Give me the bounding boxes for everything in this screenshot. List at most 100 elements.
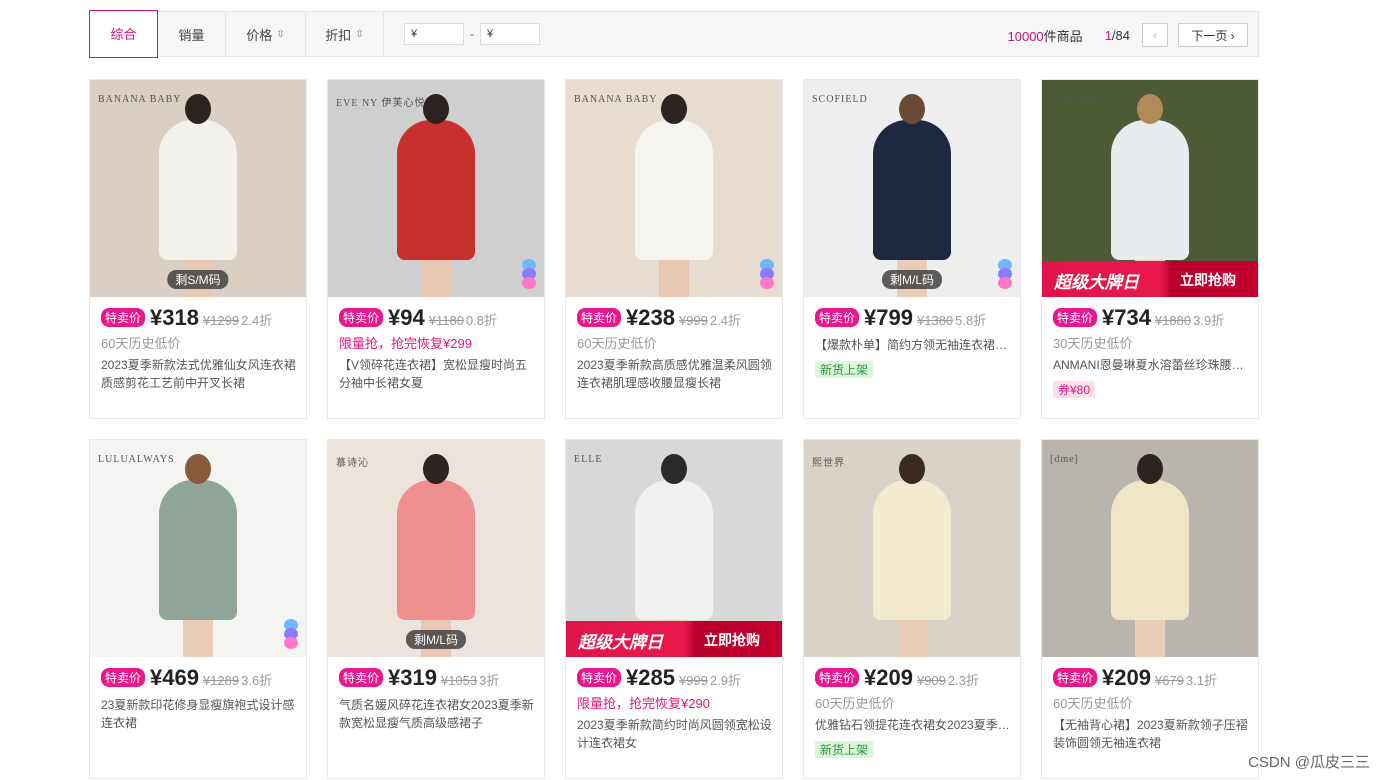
product-image[interactable]: [dme]: [1042, 440, 1258, 657]
sale-price: ¥318: [150, 305, 199, 330]
product-image[interactable]: BANANA BABY 剩S/M码: [90, 80, 306, 297]
stock-size-badge: 剩S/M码: [167, 270, 229, 289]
product-image[interactable]: ANMANI剩S/M码超级大牌日立即抢购: [1042, 80, 1258, 297]
model-legs: [897, 618, 927, 657]
sort-arrows-icon: ⇳: [276, 28, 285, 40]
product-image[interactable]: BANANA BABY: [566, 80, 782, 297]
product-card[interactable]: SCOFIELD 剩M/L码特卖价 ¥799 ¥1380 5.8折【爆款朴单】简约方领无…: [803, 79, 1021, 419]
next-page-button[interactable]: 下一页 ›: [1178, 23, 1248, 47]
product-title[interactable]: 气质名媛风碎花连衣裙女2023夏季新款宽松显瘦气质高级感裙子: [339, 696, 534, 732]
discount-rate: 2.4折: [241, 313, 273, 328]
tab-label: 综合: [110, 27, 137, 42]
price-note: 60天历史低价: [101, 336, 181, 351]
model-head: [423, 94, 449, 124]
product-title[interactable]: ANMANI恩曼琳夏水溶蕾丝珍珠腰带连衣裙: [1053, 356, 1248, 374]
model-dress: [397, 120, 475, 260]
tab-overall[interactable]: 综合: [89, 9, 158, 58]
sale-price-tag: 特卖价: [1053, 308, 1098, 327]
product-title[interactable]: 23夏新款印花修身显瘦旗袍式设计感连衣裙: [101, 696, 296, 732]
total-pages: /84: [1111, 27, 1130, 43]
product-card[interactable]: BANANA BABY 特卖价 ¥238 ¥999 2.4折 60天历史低价 2023夏季新…: [565, 79, 783, 419]
original-price: ¥679: [1154, 673, 1184, 688]
discount-rate: 2.3折: [947, 673, 979, 688]
product-image[interactable]: SCOFIELD 剩M/L码: [804, 80, 1020, 297]
product-badge: 券¥80: [1053, 381, 1096, 398]
brand-logo: ANMANI: [1050, 94, 1098, 105]
tab-price[interactable]: 价格 ⇳: [226, 11, 306, 57]
price-min-input[interactable]: [404, 23, 464, 45]
product-image[interactable]: 熙世界: [804, 440, 1020, 657]
sale-price: ¥209: [1102, 665, 1151, 690]
model-dress: [635, 480, 713, 620]
product-title[interactable]: 优雅钻石领提花连衣裙女2023夏季新款: [815, 716, 1010, 734]
model-head: [185, 454, 211, 484]
product-image[interactable]: EVE NY 伊芙心悦: [328, 80, 544, 297]
product-title[interactable]: 【无袖背心裙】2023夏新款领子压褶装饰圆领无袖连衣裙: [1053, 716, 1248, 752]
price-line: 特卖价 ¥799 ¥1380 5.8折: [815, 305, 1010, 331]
product-info: 特卖价 ¥238 ¥999 2.4折 60天历史低价 2023夏季新款高质感优雅温柔风圆领…: [566, 297, 782, 392]
sale-price-tag: 特卖价: [339, 308, 384, 327]
product-title[interactable]: 【V领碎花连衣裙】宽松显瘦时尚五分袖中长裙女夏: [339, 356, 534, 392]
product-title[interactable]: 2023夏季新款法式优雅仙女风连衣裙质感剪花工艺前中开叉长裙: [101, 356, 296, 392]
product-card[interactable]: BANANA BABY 剩S/M码特卖价 ¥318 ¥1299 2.4折 60天历史低价 2…: [89, 79, 307, 419]
price-note: 60天历史低价: [1053, 696, 1133, 711]
stock-size-badge: 剩M/L码: [405, 630, 467, 649]
price-line: 特卖价 ¥469 ¥1289 3.6折: [101, 665, 296, 691]
model-head: [661, 94, 687, 124]
model-head: [1137, 94, 1163, 124]
model-legs: [1135, 618, 1165, 657]
sale-price-tag: 特卖价: [577, 668, 622, 687]
count-unit: 件商品: [1043, 28, 1083, 44]
tab-discount[interactable]: 折扣 ⇳: [306, 11, 384, 57]
product-info: 特卖价 ¥285 ¥999 2.9折 限量抢，抢完恢复¥290 2023夏季新款简约时尚风…: [566, 657, 782, 752]
product-title[interactable]: 【爆款朴单】简约方领无袖连衣裙中长裙女装23年夏季新款: [815, 336, 1010, 354]
promo-banner[interactable]: 超级大牌日 立即抢购: [1042, 261, 1258, 297]
product-title[interactable]: 2023夏季新款高质感优雅温柔风圆领连衣裙肌理感收腰显瘦长裙: [577, 356, 772, 392]
original-price: ¥1053: [440, 673, 478, 688]
product-image[interactable]: 慕诗沁 剩M/L码: [328, 440, 544, 657]
original-price: ¥999: [678, 313, 708, 328]
product-card[interactable]: 慕诗沁 剩M/L码 特卖价 ¥319 ¥1053 3折 气质名媛风碎花连衣裙女2023夏季新…: [327, 439, 545, 779]
product-info: 特卖价 ¥209 ¥679 3.1折 60天历史低价 【无袖背心裙】2023夏新款领子压褶…: [1042, 657, 1258, 752]
banner-title: 超级大牌日: [578, 633, 663, 652]
model-head: [899, 94, 925, 124]
model-dress: [1111, 480, 1189, 620]
color-swatch-icon[interactable]: [998, 259, 1012, 289]
price-note: 限量抢，抢完恢复¥299: [339, 336, 472, 351]
promo-banner[interactable]: 超级大牌日 立即抢购: [566, 621, 782, 657]
product-info: 特卖价 ¥319 ¥1053 3折 气质名媛风碎花连衣裙女2023夏季新款宽松显瘦气质高…: [328, 657, 544, 732]
price-note: 60天历史低价: [577, 336, 657, 351]
product-info: 特卖价 ¥734 ¥1880 3.9折 30天历史低价 ANMANI恩曼琳夏水溶蕾丝珍珠腰…: [1042, 297, 1258, 399]
discount-rate: 0.8折: [465, 313, 497, 328]
product-card[interactable]: [dme] 特卖价 ¥209 ¥679 3.1折 60天历史低价 【无袖背心裙】2023夏新…: [1041, 439, 1259, 779]
sale-price-tag: 特卖价: [815, 308, 860, 327]
buy-now-link[interactable]: 立即抢购: [1180, 270, 1236, 290]
color-swatch-icon[interactable]: [760, 259, 774, 289]
color-swatch-icon[interactable]: [284, 619, 298, 649]
model-head: [185, 94, 211, 124]
discount-rate: 3.9折: [1193, 313, 1225, 328]
price-max-input[interactable]: [480, 23, 540, 45]
product-card[interactable]: LULUALWAYS 特卖价 ¥469 ¥1289 3.6折 23夏新款印花修身显瘦旗袍式…: [89, 439, 307, 779]
product-card[interactable]: ELLE 超级大牌日 立即抢购 特卖价 ¥285 ¥999 2.9折 限量抢，抢完恢复¥290…: [565, 439, 783, 779]
color-swatch-icon[interactable]: [522, 259, 536, 289]
product-card[interactable]: EVE NY 伊芙心悦 特卖价 ¥94 ¥1180 0.8折 限量抢，抢完恢复¥299 【V…: [327, 79, 545, 419]
buy-now-link[interactable]: 立即抢购: [704, 630, 760, 650]
product-title[interactable]: 2023夏季新款简约时尚风圆领宽松设计连衣裙女: [577, 716, 772, 752]
product-image[interactable]: LULUALWAYS: [90, 440, 306, 657]
sale-price-tag: 特卖价: [101, 668, 146, 687]
product-image[interactable]: ELLE 超级大牌日 立即抢购: [566, 440, 782, 657]
tab-sales[interactable]: 销量: [158, 11, 226, 57]
prev-page-button[interactable]: ‹: [1142, 23, 1168, 47]
brand-logo: EVE NY 伊芙心悦: [336, 98, 426, 109]
product-card[interactable]: ANMANI剩S/M码超级大牌日立即抢购特卖价¥734¥18803.9折30天历…: [1041, 79, 1259, 419]
sale-price-tag: 特卖价: [815, 668, 860, 687]
sort-arrows-icon: ⇳: [355, 28, 364, 40]
price-line: 特卖价 ¥238 ¥999 2.4折: [577, 305, 772, 331]
stock-size-badge: 剩M/L码: [881, 270, 943, 289]
brand-logo: SCOFIELD: [812, 94, 868, 105]
banner-title: 超级大牌日: [1054, 273, 1139, 292]
product-card[interactable]: 熙世界 特卖价 ¥209 ¥909 2.3折 60天历史低价 优雅钻石领提花连衣裙女2023…: [803, 439, 1021, 779]
model-head: [899, 454, 925, 484]
price-line: 特卖价 ¥318 ¥1299 2.4折: [101, 305, 296, 331]
